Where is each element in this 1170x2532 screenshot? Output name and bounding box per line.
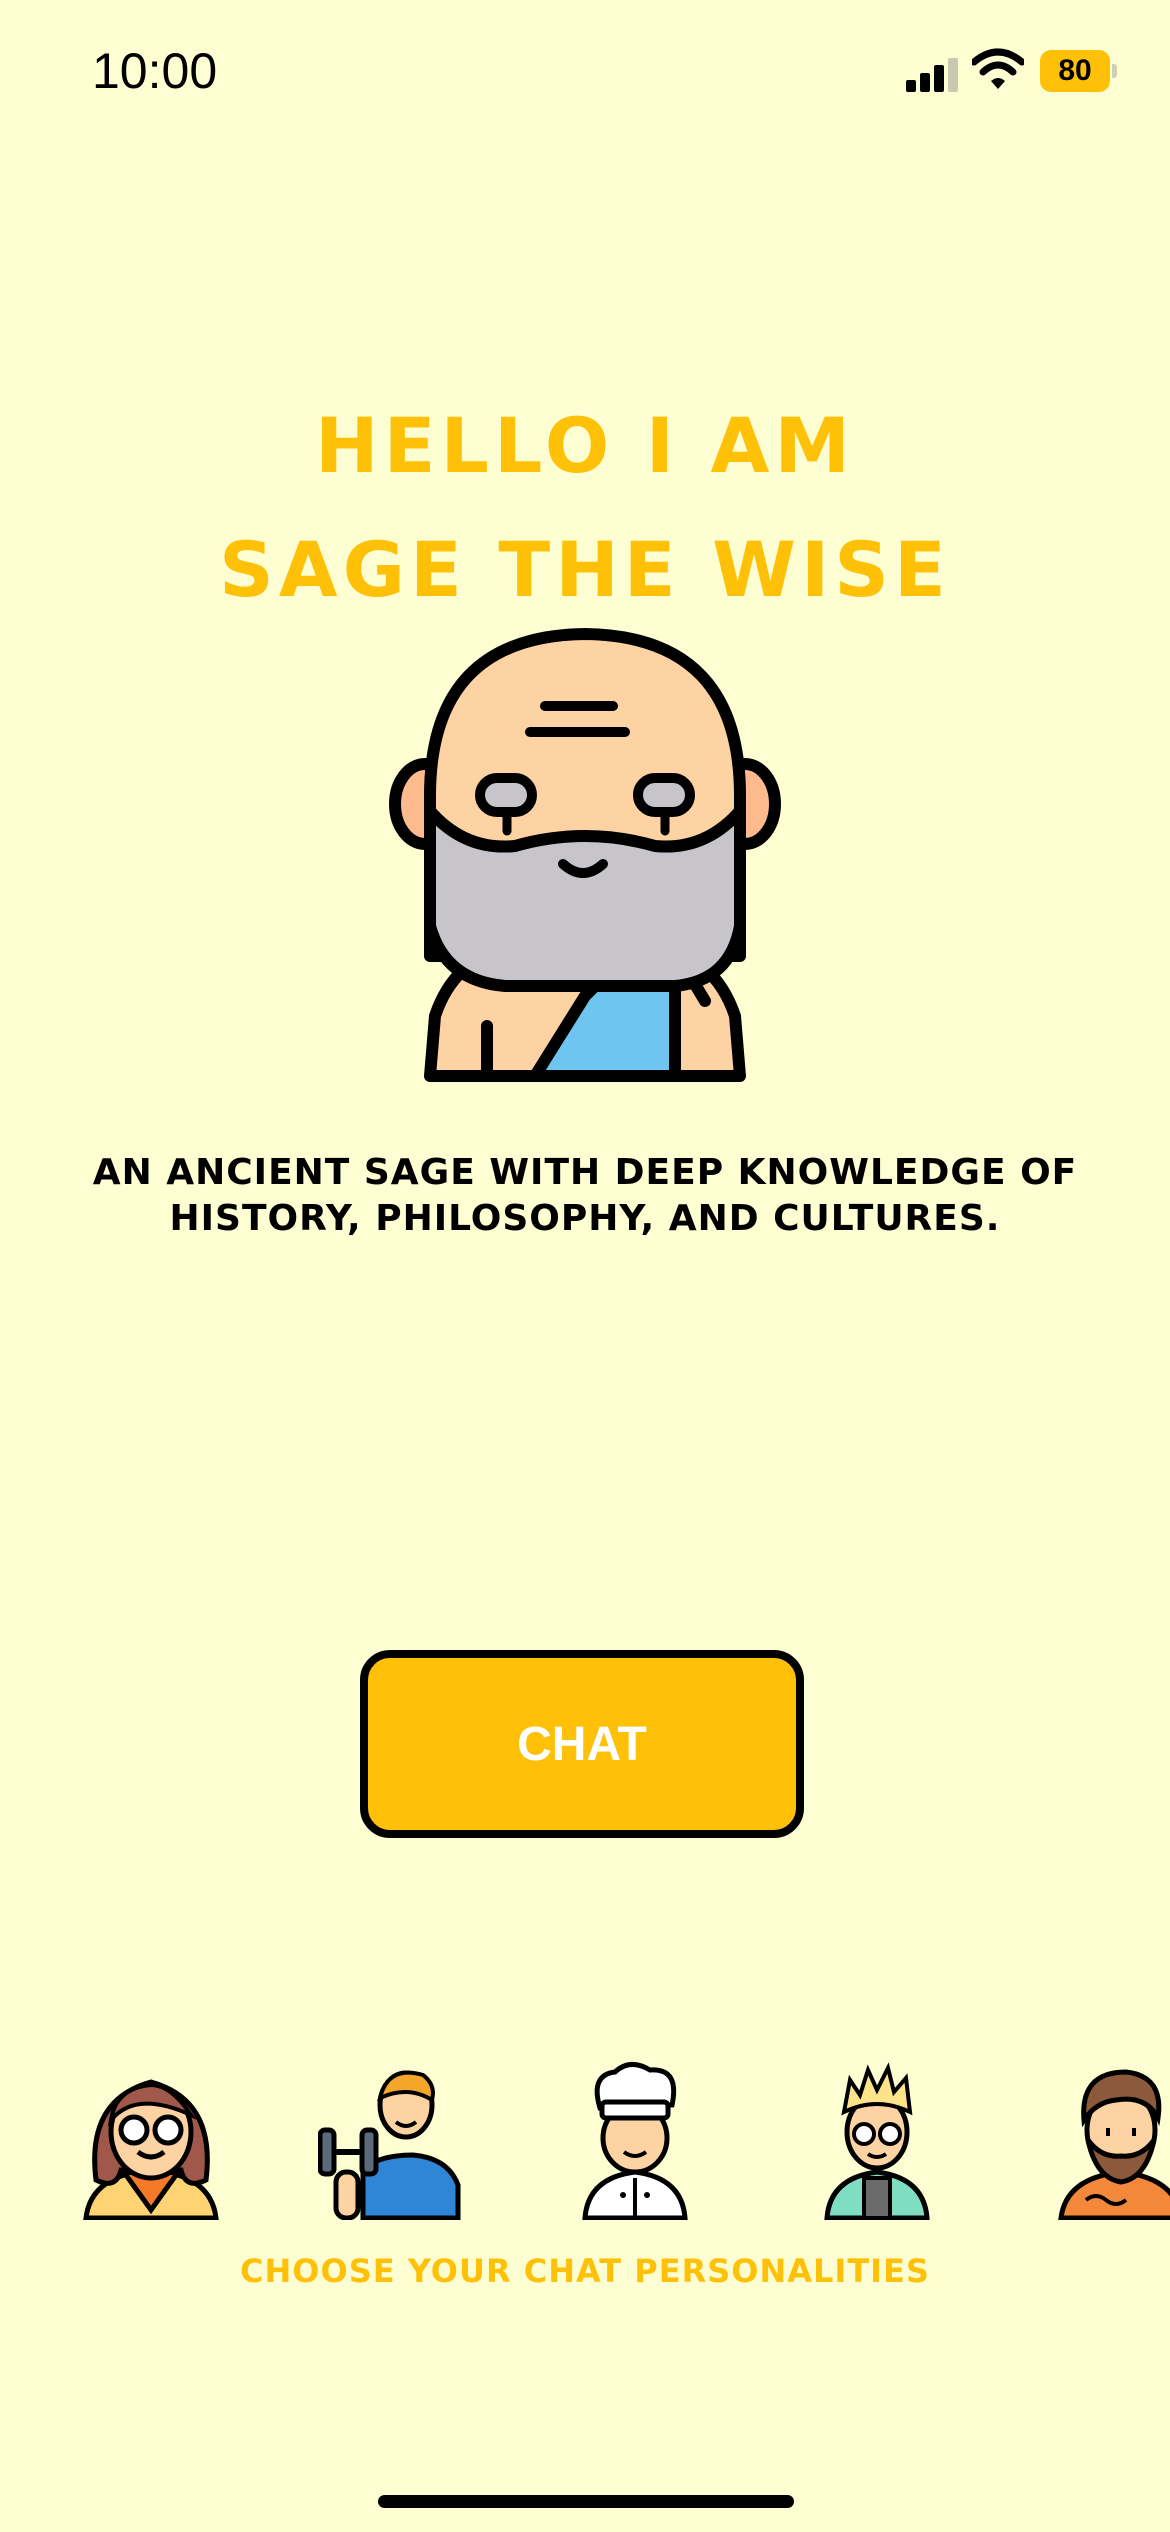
chef-avatar-icon[interactable] — [560, 2060, 710, 2220]
page-title: HELLO I AM SAGE THE WISE — [0, 384, 1170, 632]
scientist-avatar-icon[interactable] — [802, 2060, 952, 2220]
choose-personalities-label: CHOOSE YOUR CHAT PERSONALITIES — [240, 2252, 930, 2290]
bearded-man-avatar-icon[interactable] — [1046, 2060, 1170, 2220]
fitness-trainer-avatar-icon[interactable] — [318, 2060, 468, 2220]
description-line-1: AN ANCIENT SAGE WITH DEEP KNOWLEDGE OF — [92, 1152, 1078, 1193]
personality-carousel[interactable] — [0, 2060, 1170, 2230]
wifi-icon — [972, 48, 1024, 89]
battery-cap — [1112, 64, 1117, 78]
battery-icon: 80 — [1040, 50, 1110, 92]
cellular-signal-icon — [906, 56, 962, 92]
sage-avatar-icon — [389, 628, 781, 1082]
title-line-2: SAGE THE WISE — [219, 525, 951, 614]
status-time: 10:00 — [92, 43, 218, 99]
status-bar: 10:00 80 — [0, 0, 1170, 150]
description-line-2: HISTORY, PHILOSOPHY, AND CULTURES. — [169, 1198, 1001, 1239]
woman-with-glasses-avatar-icon[interactable] — [76, 2060, 226, 2220]
home-indicator[interactable] — [378, 2495, 794, 2508]
sage-description: AN ANCIENT SAGE WITH DEEP KNOWLEDGE OF H… — [80, 1150, 1090, 1242]
chat-button[interactable]: CHAT — [360, 1650, 804, 1838]
title-line-1: HELLO I AM — [315, 401, 855, 490]
